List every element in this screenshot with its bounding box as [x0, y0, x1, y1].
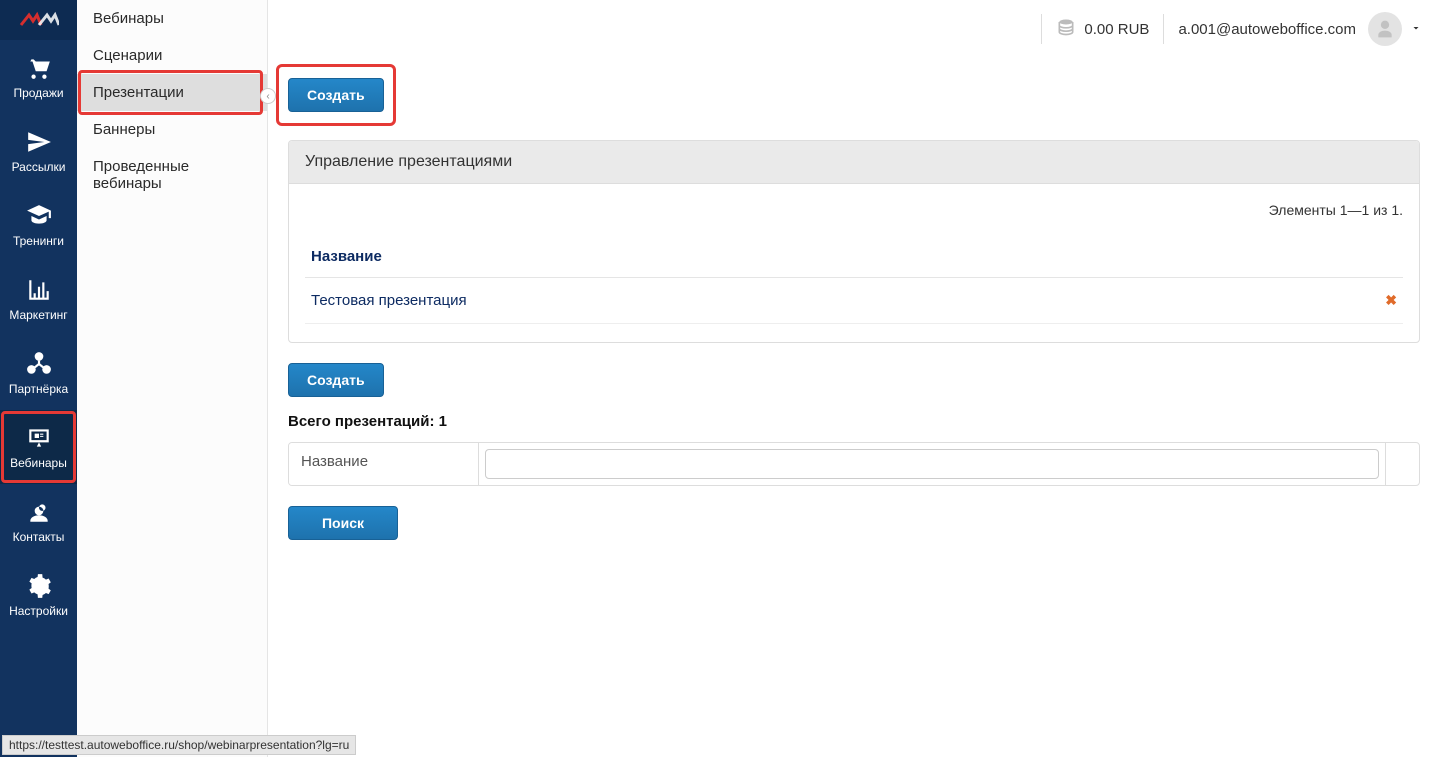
items-summary: Элементы 1—1 из 1.	[305, 202, 1403, 218]
balance-display[interactable]: 0.00 RUB	[1056, 17, 1149, 41]
sidebar-item-label: Продажи	[13, 86, 63, 100]
presentation-icon	[25, 424, 53, 452]
topbar: 0.00 RUB a.001@autoweboffice.com	[268, 0, 1440, 58]
total-counter: Всего презентаций: 1	[288, 413, 1420, 430]
network-icon	[25, 350, 53, 378]
column-header-name[interactable]: Название	[305, 236, 1363, 278]
search-button[interactable]: Поиск	[288, 506, 398, 540]
app-logo[interactable]	[0, 0, 77, 40]
sidebar-item-trainings[interactable]: Тренинги	[0, 188, 77, 262]
subnav-scenarios[interactable]: Сценарии	[77, 37, 267, 74]
collapse-sidebar-toggle[interactable]: ‹	[260, 88, 276, 104]
sidebar-item-label: Партнёрка	[9, 382, 68, 396]
table-row: Тестовая презентация ✖	[305, 278, 1403, 324]
cart-icon	[25, 54, 53, 82]
gear-icon	[25, 572, 53, 600]
panel-title: Управление презентациями	[289, 141, 1419, 184]
users-icon	[25, 498, 53, 526]
sidebar-item-label: Рассылки	[12, 160, 66, 174]
create-button-bottom[interactable]: Создать	[288, 363, 384, 397]
graduation-cap-icon	[25, 202, 53, 230]
presentation-link[interactable]: Тестовая презентация	[311, 292, 467, 309]
user-menu[interactable]	[1368, 12, 1422, 46]
status-bar-url: https://testtest.autoweboffice.ru/shop/w…	[2, 735, 356, 755]
search-row: Название	[288, 442, 1420, 486]
sidebar-primary: Продажи Рассылки Тренинги Маркетинг Парт…	[0, 0, 77, 757]
chevron-left-icon: ‹	[266, 91, 269, 102]
subnav-banners[interactable]: Баннеры	[77, 111, 267, 148]
sidebar-item-marketing[interactable]: Маркетинг	[0, 262, 77, 336]
paper-plane-icon	[25, 128, 53, 156]
subnav-presentations[interactable]: Презентации	[77, 74, 267, 111]
balance-value: 0.00 RUB	[1084, 21, 1149, 38]
sidebar-item-label: Вебинары	[10, 456, 67, 470]
chevron-down-icon	[1410, 21, 1422, 37]
sidebar-item-settings[interactable]: Настройки	[0, 558, 77, 632]
subnav-past-webinars[interactable]: Проведенные вебинары	[77, 148, 267, 202]
presentations-table: Название Тестовая презентация ✖	[305, 236, 1403, 324]
presentations-panel: Управление презентациями Элементы 1—1 из…	[288, 140, 1420, 343]
coins-icon	[1056, 17, 1076, 41]
sidebar-item-label: Настройки	[9, 604, 68, 618]
sidebar-item-contacts[interactable]: Контакты	[0, 484, 77, 558]
search-label: Название	[289, 443, 479, 485]
search-extra-cell	[1385, 443, 1419, 485]
delete-icon[interactable]: ✖	[1385, 292, 1397, 308]
user-email[interactable]: a.001@autoweboffice.com	[1178, 21, 1356, 38]
sidebar-item-label: Тренинги	[13, 234, 64, 248]
subnav-webinars[interactable]: Вебинары	[77, 0, 267, 37]
main-area: 0.00 RUB a.001@autoweboffice.com Создать…	[268, 0, 1440, 757]
sidebar-item-label: Маркетинг	[9, 308, 67, 322]
avatar	[1368, 12, 1402, 46]
content: Создать Управление презентациями Элемент…	[268, 58, 1440, 757]
create-button-top[interactable]: Создать	[288, 78, 384, 112]
sidebar-item-label: Контакты	[13, 530, 65, 544]
sidebar-item-mailings[interactable]: Рассылки	[0, 114, 77, 188]
sidebar-item-sales[interactable]: Продажи	[0, 40, 77, 114]
chart-icon	[25, 276, 53, 304]
sidebar-item-partners[interactable]: Партнёрка	[0, 336, 77, 410]
sidebar-secondary: Вебинары Сценарии Презентации Баннеры Пр…	[77, 0, 268, 757]
sidebar-item-webinars[interactable]: Вебинары	[0, 410, 77, 484]
search-input[interactable]	[485, 449, 1379, 479]
